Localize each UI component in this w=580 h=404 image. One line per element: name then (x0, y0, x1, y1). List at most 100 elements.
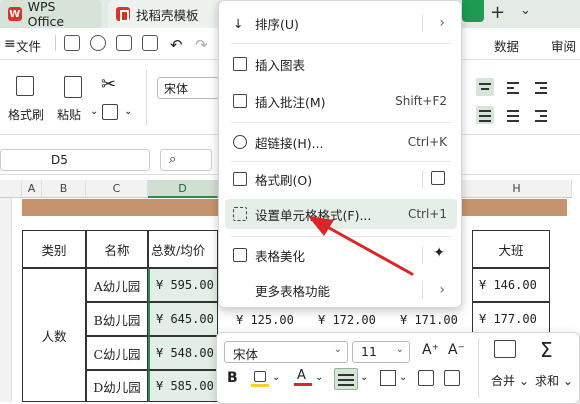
chevron-down-icon: ⌄ (395, 344, 404, 355)
name-cell[interactable]: B幼儿园 (86, 302, 148, 336)
mini-font-value: 宋体 (233, 347, 259, 362)
format-painter-label[interactable]: 格式刷 (8, 106, 44, 123)
font-name-box[interactable]: 宋体 (157, 77, 219, 99)
cut-icon[interactable]: ✂ (101, 74, 116, 95)
chevron-down-icon[interactable]: ⌄ (272, 372, 280, 383)
cell-style-icon[interactable] (444, 370, 460, 386)
divider (55, 35, 56, 51)
cell-ref-value: D5 (51, 153, 68, 167)
bold-button[interactable]: B (227, 370, 238, 386)
total-cell[interactable]: ¥ 585.00 (148, 370, 218, 402)
chevron-down-icon[interactable]: ⌄ (520, 3, 531, 18)
align-center-icon[interactable] (476, 78, 494, 96)
menu-item-label: 格式刷(O) (255, 172, 313, 188)
redo-icon[interactable]: ↷ (195, 36, 208, 54)
total-cell[interactable]: ¥ 645.00 (148, 302, 218, 336)
column-header-b[interactable]: B (42, 180, 86, 198)
print-preview-icon[interactable] (142, 35, 158, 51)
name-cell[interactable]: A幼儿园 (86, 268, 148, 302)
highlight-icon[interactable] (251, 370, 269, 388)
paste-label[interactable]: 粘贴 (57, 106, 81, 123)
search-icon: ⌕ (169, 152, 177, 167)
menu-item-sort[interactable]: ↓ 排序(U) › (225, 8, 457, 38)
chevron-down-icon[interactable]: ⌄ (360, 372, 368, 383)
chevron-down-icon[interactable]: ⌄ (399, 372, 407, 383)
menu-item-hyperlink[interactable]: 超链接(H)... Ctrl+K (225, 127, 457, 157)
align-left-icon[interactable] (504, 78, 522, 96)
menu-item-label: 插入图表 (255, 57, 306, 73)
divider (422, 281, 423, 299)
indent-icon[interactable] (532, 78, 550, 96)
menu-item-insert-comment[interactable]: 插入批注(M) Shift+F2 (225, 86, 457, 116)
mini-font-size-box[interactable]: 11 ⌄ (352, 341, 410, 363)
new-tab-green-button[interactable] (462, 0, 484, 22)
tab-template[interactable]: 找稻壳模板 (108, 0, 236, 28)
column-header-a[interactable]: A (22, 180, 42, 198)
paste-icon[interactable] (64, 76, 82, 98)
align-middle-icon[interactable] (476, 106, 494, 124)
chevron-down-icon: ⌄ (333, 344, 342, 355)
increase-font-icon[interactable]: A⁺ (422, 342, 439, 358)
chevron-right-icon: › (439, 15, 445, 31)
cell-reference-box[interactable]: D5 (0, 149, 150, 171)
header-big-class[interactable]: 大班 (472, 230, 550, 268)
divider (422, 246, 423, 264)
ribbon-divider (146, 70, 147, 126)
chevron-down-icon[interactable]: ⌄ (90, 106, 98, 117)
formula-search-button[interactable]: ⌕ (160, 149, 212, 171)
chevron-right-icon: › (439, 282, 445, 298)
corner-header[interactable] (0, 180, 22, 198)
header-name[interactable]: 名称 (86, 230, 148, 268)
sum-icon[interactable]: Σ (540, 338, 553, 362)
group-label-cell[interactable]: 人数 (22, 268, 86, 402)
value-cell[interactable]: ¥ 171.00 (394, 308, 474, 332)
save-icon[interactable] (64, 35, 80, 51)
chevron-down-icon[interactable]: ⌄ (315, 372, 323, 383)
hamburger-icon[interactable]: ≡ (4, 36, 16, 52)
decrease-font-icon[interactable]: A⁻ (448, 342, 465, 358)
column-header-d[interactable]: D (148, 180, 218, 198)
total-cell[interactable]: ¥ 595.00 (148, 268, 218, 302)
align-right-icon[interactable] (532, 106, 550, 124)
sort-icon: ↓ (233, 16, 244, 31)
column-header-c[interactable]: C (86, 180, 148, 198)
format-cells-icon (233, 207, 247, 221)
wps-logo-icon: W (8, 7, 22, 21)
menu-file[interactable]: 文件 (16, 36, 41, 55)
format-painter-icon[interactable] (16, 76, 34, 96)
comment-icon (233, 94, 247, 108)
menu-item-label: 超链接(H)... (255, 135, 324, 151)
font-color-icon[interactable]: A (294, 368, 312, 388)
header-total[interactable]: 总数/均价 (148, 230, 218, 268)
total-cell[interactable]: ¥ 548.00 (148, 336, 218, 370)
column-header-h[interactable]: H (462, 180, 572, 198)
border-icon[interactable] (380, 370, 396, 386)
sum-label[interactable]: 求和 ⌄ (535, 372, 573, 389)
big-class-cell[interactable]: ¥ 177.00 (472, 302, 550, 336)
menu-item-format-painter[interactable]: 格式刷(O) (225, 164, 457, 194)
value-cell[interactable]: ¥ 172.00 (312, 308, 392, 332)
chevron-down-icon[interactable]: ⌄ (124, 106, 132, 117)
align-center-button[interactable] (334, 368, 358, 390)
name-cell[interactable]: D幼儿园 (86, 370, 148, 402)
value-cell[interactable]: ¥ 125.00 (230, 308, 310, 332)
pin-icon[interactable] (90, 35, 106, 51)
merge-icon[interactable] (494, 340, 516, 358)
mini-font-name-box[interactable]: 宋体 ⌄ (224, 341, 348, 363)
separator (231, 161, 451, 162)
magic-wand-icon: ✦ (433, 245, 445, 261)
name-cell[interactable]: C幼儿园 (86, 336, 148, 370)
undo-icon[interactable]: ↶ (170, 36, 183, 54)
menu-review[interactable]: 审阅 (551, 36, 576, 55)
big-class-cell[interactable]: ¥ 146.00 (472, 268, 550, 302)
copy-icon[interactable] (102, 104, 118, 120)
print-icon[interactable] (116, 35, 132, 51)
merge-label[interactable]: 合并 ⌄ (491, 372, 529, 389)
justify-icon[interactable] (504, 106, 522, 124)
plus-icon[interactable]: + (490, 2, 505, 23)
fill-icon[interactable] (418, 370, 434, 386)
menu-item-insert-chart[interactable]: 插入图表 (225, 49, 457, 79)
header-category[interactable]: 类别 (22, 230, 86, 268)
tab-wps-office[interactable]: W WPS Office (0, 0, 102, 29)
menu-data[interactable]: 数据 (494, 36, 519, 55)
